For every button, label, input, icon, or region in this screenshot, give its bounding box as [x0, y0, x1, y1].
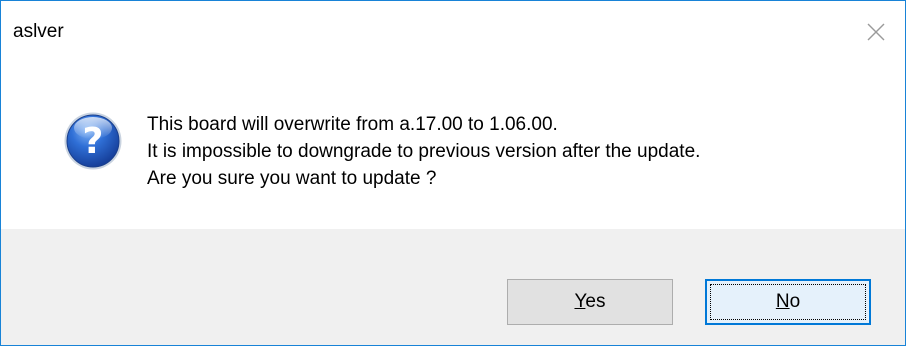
message-line: It is impossible to downgrade to previou…	[147, 141, 701, 162]
message-line: Are you sure you want to update ?	[147, 168, 437, 189]
message-line: This board will overwrite from a.17.00 t…	[147, 114, 558, 135]
message-text: This board will overwrite from a.17.00 t…	[147, 111, 700, 192]
no-mnemonic: N	[775, 291, 790, 312]
close-button[interactable]	[847, 1, 905, 63]
button-bar: Yes No	[1, 229, 905, 345]
yes-button-label: Yes	[574, 291, 605, 313]
no-button[interactable]: No	[705, 279, 871, 325]
yes-mnemonic: Y	[574, 291, 586, 312]
yes-label-rest: es	[585, 291, 606, 312]
no-label-rest: o	[789, 291, 801, 312]
svg-text:?: ?	[83, 121, 104, 162]
no-button-label: No	[776, 291, 800, 313]
question-icon: ?	[64, 112, 122, 170]
window-title: aslver	[13, 21, 64, 42]
message-dialog: aslver ? This board will overwrite from …	[0, 0, 906, 346]
close-icon	[867, 23, 885, 41]
title-bar[interactable]: aslver	[1, 1, 905, 63]
yes-button[interactable]: Yes	[507, 279, 673, 325]
dialog-content: ? This board will overwrite from a.17.00…	[1, 63, 905, 229]
